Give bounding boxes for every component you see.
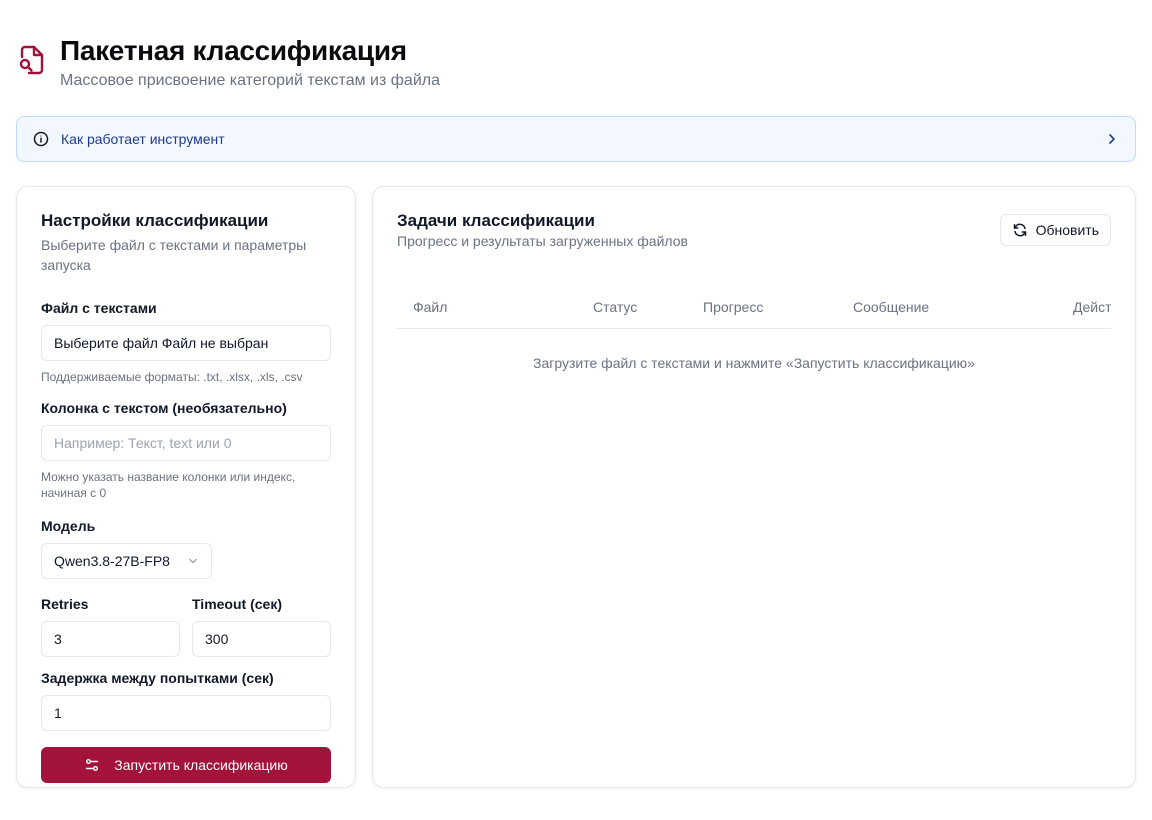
table-header: Файл Статус Прогресс Сообщение Действия bbox=[397, 285, 1111, 329]
how-it-works-banner[interactable]: Как работает инструмент bbox=[16, 116, 1136, 162]
page-subtitle: Массовое присвоение категорий текстам из… bbox=[60, 72, 440, 89]
column-input[interactable] bbox=[41, 425, 331, 461]
tasks-description: Прогресс и результаты загруженных файлов bbox=[397, 233, 688, 249]
settings-description: Выберите файл с текстами и параметры зап… bbox=[41, 237, 307, 273]
settings-title: Настройки классификации bbox=[41, 211, 269, 230]
tasks-title: Задачи классификации bbox=[397, 211, 595, 230]
model-select[interactable]: Qwen3.8-27B-FP8 bbox=[41, 543, 212, 579]
page-header: Пакетная классификация Массовое присвоен… bbox=[16, 34, 440, 91]
file-field: Файл с текстами Выберите файл Файл не вы… bbox=[41, 299, 331, 385]
refresh-label: Обновить bbox=[1035, 222, 1099, 238]
tasks-header: Задачи классификации Прогресс и результа… bbox=[397, 211, 1111, 251]
chevron-down-icon bbox=[189, 558, 197, 564]
run-classification-label: Запустить классификацию bbox=[114, 757, 288, 773]
how-it-works-label: Как работает инструмент bbox=[61, 131, 225, 147]
retries-input[interactable] bbox=[41, 621, 180, 657]
refresh-button[interactable]: Обновить bbox=[999, 214, 1111, 246]
timeout-input[interactable] bbox=[192, 621, 331, 657]
file-label: Файл с текстами bbox=[41, 300, 157, 316]
sliders-icon bbox=[86, 759, 99, 771]
file-input[interactable]: Выберите файл Файл не выбран bbox=[41, 325, 331, 361]
column-label: Колонка с текстом (необязательно) bbox=[41, 400, 287, 416]
tasks-table: Файл Статус Прогресс Сообщение Действия … bbox=[397, 285, 1111, 371]
model-label: Модель bbox=[41, 518, 96, 534]
column-header-progress: Прогресс bbox=[703, 299, 764, 315]
delay-field: Задержка между попытками (сек) bbox=[41, 669, 331, 731]
page-title: Пакетная классификация bbox=[60, 35, 407, 66]
empty-state-message: Загрузите файл с текстами и нажмите «Зап… bbox=[533, 355, 975, 371]
file-search-icon bbox=[19, 45, 44, 75]
column-field: Колонка с текстом (необязательно) Можно … bbox=[41, 399, 331, 501]
file-hint: Поддерживаемые форматы: .txt, .xlsx, .xl… bbox=[41, 370, 303, 384]
run-classification-button[interactable]: Запустить классификацию bbox=[41, 747, 331, 783]
info-icon bbox=[33, 131, 49, 147]
tasks-card: Задачи классификации Прогресс и результа… bbox=[372, 186, 1136, 788]
model-field: Модель Qwen3.8-27B-FP8 bbox=[41, 517, 331, 579]
column-header-file: Файл bbox=[413, 299, 448, 315]
timeout-label: Timeout (сек) bbox=[192, 596, 282, 612]
column-header-status: Статус bbox=[593, 299, 638, 315]
delay-label: Задержка между попытками (сек) bbox=[41, 670, 274, 686]
timeout-field: Timeout (сек) bbox=[192, 595, 331, 657]
refresh-icon bbox=[1013, 223, 1026, 237]
chevron-right-icon bbox=[1109, 134, 1115, 144]
settings-card: Настройки классификации Выберите файл с … bbox=[16, 186, 356, 788]
column-header-actions: Действия bbox=[1073, 299, 1111, 315]
retries-label: Retries bbox=[41, 596, 89, 612]
model-select-value: Qwen3.8-27B-FP8 bbox=[54, 553, 170, 569]
column-header-message: Сообщение bbox=[853, 299, 930, 315]
column-hint: Можно указать название колонки или индек… bbox=[41, 470, 296, 500]
retries-timeout-row: Retries Timeout (сек) bbox=[41, 595, 331, 657]
retries-field: Retries bbox=[41, 595, 180, 657]
delay-input[interactable] bbox=[41, 695, 331, 731]
